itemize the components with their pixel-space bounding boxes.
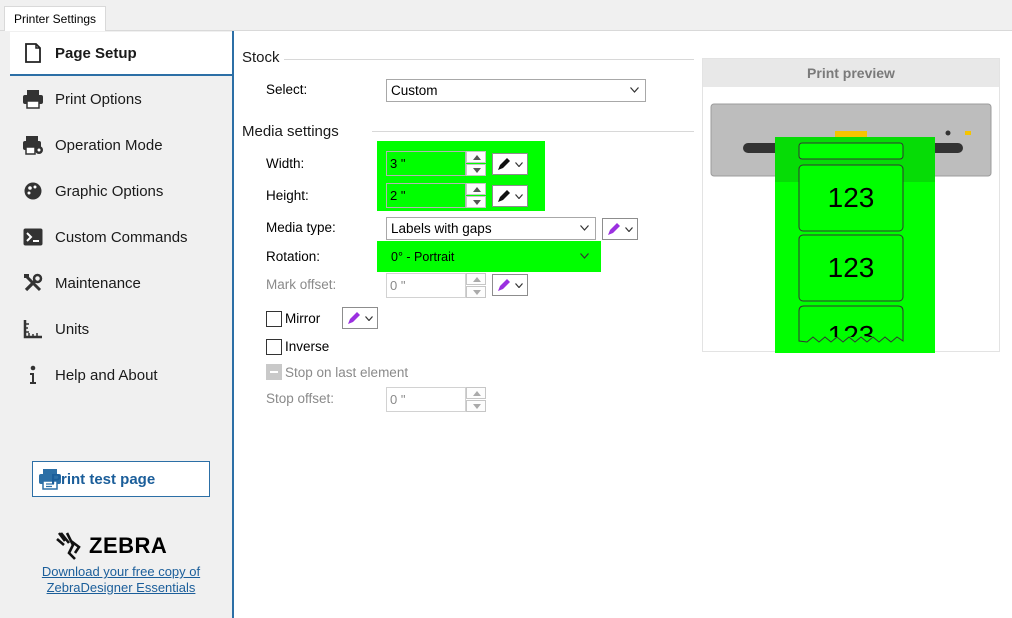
download-link[interactable]: Download your free copy of [0,564,242,579]
chevron-down-icon [630,87,639,93]
media-section-title: Media settings [242,123,339,140]
chevron-down-icon [625,227,633,232]
stepper-down-button[interactable] [466,400,486,412]
chevron-down-icon [515,162,523,167]
stepper-down-button[interactable] [466,286,486,298]
mirror-variable-button[interactable] [342,307,378,329]
inverse-checkbox[interactable] [266,339,282,355]
print-test-page-button[interactable]: Print test page [32,461,210,497]
chevron-down-icon [580,253,589,259]
rotation-dropdown[interactable]: 0° - Portrait [386,245,596,268]
tab-printer-settings[interactable]: Printer Settings [4,6,107,32]
rotation-value: 0° - Portrait [391,250,455,264]
download-link-product[interactable]: ZebraDesigner Essentials [0,580,242,595]
width-variable-button[interactable] [492,153,528,175]
sidebar-item-label: Custom Commands [55,228,188,246]
zebra-logo: ZEBRA [55,531,167,561]
tools-icon [22,272,44,294]
sidebar-item-print-options[interactable]: Print Options [10,77,232,121]
stop-offset-stepper[interactable] [466,387,486,412]
pencil-icon [498,158,510,170]
media-type-value: Labels with gaps [391,221,492,236]
preview-label-text: 123 [828,182,875,213]
stop-on-last-checkbox[interactable] [266,364,282,380]
sidebar-item-maintenance[interactable]: Maintenance [10,261,232,305]
height-stepper[interactable] [466,183,486,208]
sidebar-item-label: Help and About [55,366,158,384]
preview-label-text: 123 [828,252,875,283]
width-field[interactable]: 3 " [386,151,466,176]
printer-gear-icon [22,134,44,156]
stop-offset-label: Stop offset: [266,391,335,406]
height-variable-button[interactable] [492,185,528,207]
chevron-down-icon [515,194,523,199]
sidebar-item-label: Operation Mode [55,136,163,154]
mirror-checkbox[interactable] [266,311,282,327]
rotation-label: Rotation: [266,249,321,264]
width-stepper[interactable] [466,151,486,176]
stepper-down-button[interactable] [466,196,486,208]
mark-offset-variable-button[interactable] [492,274,528,296]
print-preview-panel: Print preview 123 123 123 [702,58,1000,353]
sidebar-item-label: Units [55,320,90,338]
divider [284,59,694,60]
sidebar-item-label: Maintenance [55,274,141,292]
stop-on-last-label: Stop on last element [285,365,409,380]
divider [372,131,694,132]
page-icon [22,42,44,64]
printer-icon [22,88,44,110]
stock-section-title: Stock [242,49,280,66]
sidebar-item-label: Graphic Options [55,182,164,200]
stock-select-label: Select: [266,82,308,97]
tab-strip: Printer Settings [0,0,1012,32]
stepper-up-button[interactable] [466,151,486,163]
mark-offset-stepper[interactable] [466,273,486,298]
stepper-up-button[interactable] [466,273,486,285]
palette-icon [22,180,44,202]
height-field[interactable]: 2 " [386,183,466,208]
pencil-icon [608,223,620,235]
stepper-up-button[interactable] [466,183,486,195]
sidebar-item-operation-mode[interactable]: Operation Mode [10,123,232,167]
zebra-wordmark: ZEBRA [89,533,168,558]
sidebar-item-label: Print Options [55,90,142,108]
print-preview-title: Print preview [703,59,999,87]
ruler-icon [22,318,44,340]
print-test-page-label: Print test page [51,470,156,488]
mark-offset-field[interactable]: 0 " [386,273,466,298]
sidebar: Page Setup Print Options Operation Mode … [0,31,234,618]
stop-offset-field[interactable]: 0 " [386,387,466,412]
inverse-label: Inverse [285,339,330,354]
media-type-label: Media type: [266,220,336,235]
sidebar-item-page-setup[interactable]: Page Setup [10,32,232,76]
info-icon [22,364,44,386]
mark-offset-label: Mark offset: [266,277,337,292]
print-preview-image: 123 123 123 [710,103,992,353]
stepper-up-button[interactable] [466,387,486,399]
media-type-dropdown[interactable]: Labels with gaps [386,217,596,240]
media-type-variable-button[interactable] [602,218,638,240]
zebra-head-icon [55,531,83,561]
mirror-label: Mirror [285,311,321,326]
width-label: Width: [266,156,305,171]
sidebar-item-help-and-about[interactable]: Help and About [10,353,232,397]
pencil-icon [348,312,360,324]
sidebar-item-custom-commands[interactable]: Custom Commands [10,215,232,259]
height-label: Height: [266,188,309,203]
chevron-down-icon [515,283,523,288]
stepper-down-button[interactable] [466,164,486,176]
sidebar-item-units[interactable]: Units [10,307,232,351]
stock-select-dropdown[interactable]: Custom [386,79,646,102]
pencil-icon [498,190,510,202]
sidebar-item-label: Page Setup [55,44,137,62]
terminal-icon [22,226,44,248]
chevron-down-icon [580,225,589,231]
sidebar-item-graphic-options[interactable]: Graphic Options [10,169,232,213]
stock-select-value: Custom [391,83,438,98]
chevron-down-icon [365,316,373,321]
pencil-icon [498,279,510,291]
